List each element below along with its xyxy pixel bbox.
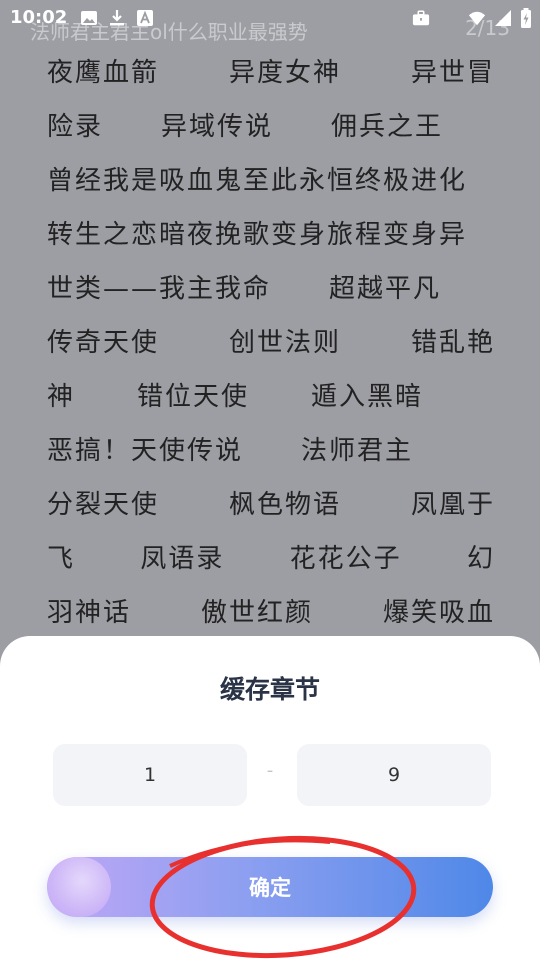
text-segment: 凤凰于 [410, 490, 495, 520]
text-segment: 幻 [466, 544, 495, 574]
image-icon [81, 11, 97, 25]
confirm-button[interactable]: 确定 [47, 857, 493, 917]
text-line: 飞 凤语录 花花公子 幻 [47, 532, 495, 586]
text-segment: 法师君主 [301, 436, 414, 466]
text-line: 险录 异域传说 佣兵之王 [47, 100, 495, 154]
text-segment: 恶搞！天使传说 [47, 436, 244, 466]
wifi-icon [468, 11, 486, 26]
text-segment: 异度女神 [228, 58, 341, 88]
text-segment: 转生之恋暗夜挽歌变身旅程变身异 [47, 220, 468, 250]
text-line: 神 错位天使 遁入黑暗 [47, 370, 495, 424]
text-segment: 飞 [47, 544, 76, 574]
text-segment: 错乱艳 [410, 328, 495, 358]
sheet-title: 缓存章节 [219, 675, 320, 704]
text-segment: 遁入黑暗 [311, 382, 424, 412]
text-segment: 超越平凡 [329, 274, 442, 304]
status-icons-left [80, 9, 154, 27]
text-segment: 异域传说 [161, 112, 274, 142]
text-segment: 凤语录 [140, 544, 225, 574]
text-line: 羽神话 傲世红颜 爆笑吸血 [47, 586, 495, 640]
status-time: 10:02 [10, 7, 68, 28]
text-segment: 分裂天使 [47, 490, 160, 520]
chapter-start-input[interactable] [53, 744, 247, 806]
text-line: 恶搞！天使传说 法师君主 [47, 424, 495, 478]
text-segment: 羽神话 [47, 598, 132, 628]
download-icon [110, 10, 124, 26]
text-segment: 佣兵之王 [331, 112, 444, 142]
briefcase-icon [412, 10, 430, 26]
text-segment: 夜鹰血箭 [47, 58, 160, 88]
battery-charging-icon [521, 8, 531, 28]
signal-icon [495, 10, 511, 26]
text-segment: 神 [47, 382, 76, 412]
text-segment: 错位天使 [137, 382, 250, 412]
text-line: 曾经我是吸血鬼至此永恒终极进化 [47, 154, 495, 208]
text-line: 分裂天使 枫色物语 凤凰于 [47, 478, 495, 532]
text-line: 夜鹰血箭 异度女神 异世冒 [47, 46, 495, 100]
text-line: 转生之恋暗夜挽歌变身旅程变身异 [47, 208, 495, 262]
text-segment: 传奇天使 [47, 328, 160, 358]
chapter-end-input[interactable] [297, 744, 491, 806]
text-line: 世类——我主我命 超越平凡 [47, 262, 495, 316]
text-segment: 花花公子 [289, 544, 402, 574]
text-segment: 枫色物语 [228, 490, 341, 520]
font-icon [137, 10, 153, 26]
text-segment: 世类——我主我命 [47, 274, 272, 304]
text-segment: 傲世红颜 [200, 598, 313, 628]
text-segment: 爆笑吸血 [382, 598, 495, 628]
status-icons-right [412, 8, 532, 28]
text-segment: 曾经我是吸血鬼至此永恒终极进化 [47, 166, 468, 196]
text-segment: 险录 [47, 112, 104, 142]
cache-chapters-sheet: 缓存章节 - 确定 [0, 636, 540, 960]
reader-body-text: 夜鹰血箭 异度女神 异世冒 险录 异域传说 佣兵之王 曾经我是吸血鬼至此永恒终极… [47, 46, 495, 640]
range-separator: - [266, 760, 274, 781]
status-bar: 10:02 [0, 0, 540, 40]
text-segment: 创世法则 [228, 328, 341, 358]
text-segment: 异世冒 [410, 58, 495, 88]
text-line: 传奇天使 创世法则 错乱艳 [47, 316, 495, 370]
